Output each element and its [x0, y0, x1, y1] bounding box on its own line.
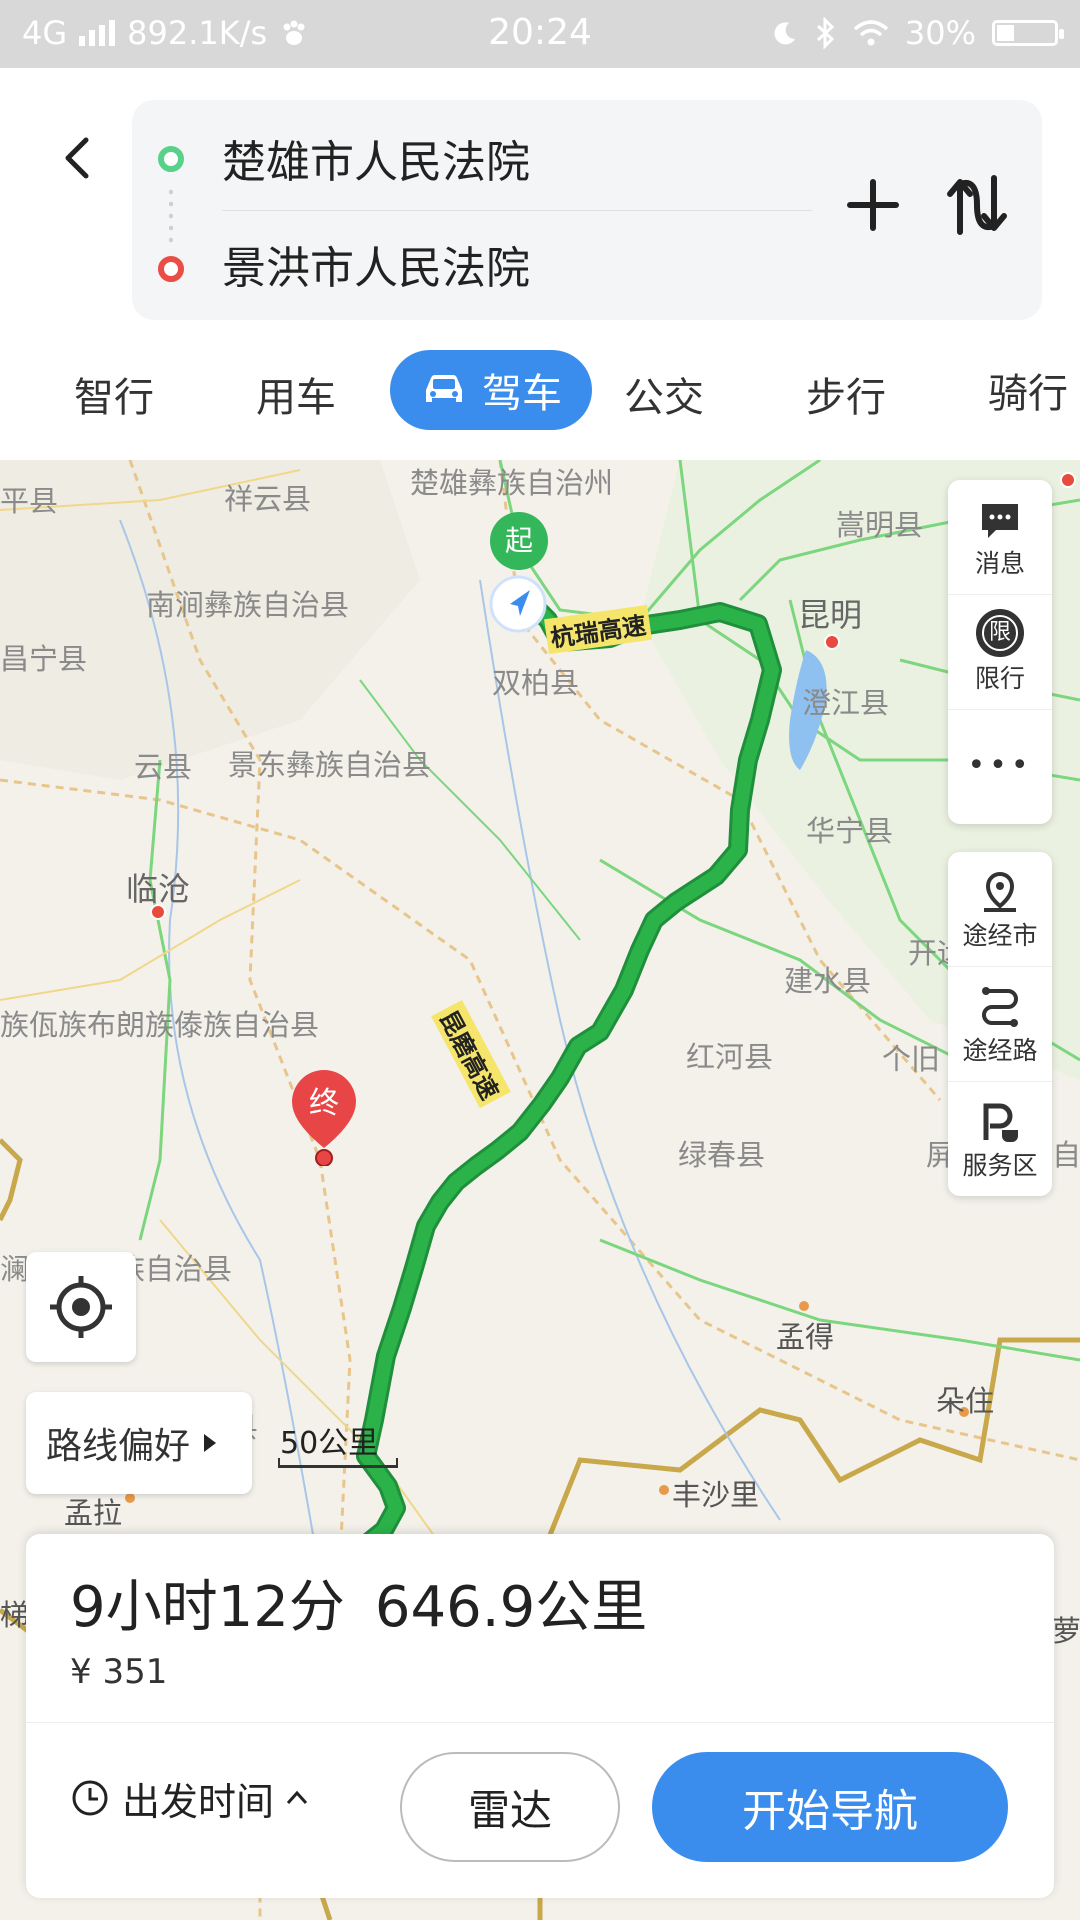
- end-marker-label: 终: [309, 1086, 339, 1121]
- map-label: 建水县: [784, 964, 872, 998]
- status-bar: 4G 892.1K/s 20:24 30%: [0, 0, 1080, 68]
- triangle-right-icon: [204, 1434, 217, 1452]
- via-road-label: 途经路: [962, 1036, 1038, 1065]
- map-label: 萝: [1052, 1614, 1080, 1648]
- start-navigation-button[interactable]: 开始导航: [652, 1752, 1008, 1862]
- route-summary: 9小时12分 646.9公里: [70, 1562, 647, 1643]
- route-preference-button[interactable]: 路线偏好: [26, 1392, 252, 1494]
- map-label: 南涧彝族自治县: [146, 588, 350, 622]
- map-label: 个旧: [882, 1042, 941, 1076]
- route-header: 楚雄市人民法院 景洪市人民法院 智行 用车 驾车 公交 步行 骑行: [0, 68, 1080, 460]
- route-distance: 646.9公里: [374, 1575, 648, 1640]
- swap-icon[interactable]: [942, 170, 1012, 240]
- message-icon: [982, 504, 1018, 538]
- restriction-icon: 限: [976, 609, 1024, 657]
- location-pin-icon: [984, 871, 1016, 912]
- map-label: 自: [1052, 1138, 1080, 1172]
- route-tools-panel: 途经市 途经路 服务区: [948, 852, 1052, 1196]
- via-city-label: 途经市: [962, 921, 1038, 950]
- map-tools-panel: 消息 限 限行 •••: [948, 480, 1052, 824]
- locate-button[interactable]: [26, 1252, 136, 1362]
- map-label: 孟拉: [64, 1496, 123, 1530]
- depart-time-button[interactable]: 出发时间: [70, 1744, 324, 1852]
- tab-ride-hailing[interactable]: 用车: [256, 354, 336, 434]
- battery-icon: [992, 20, 1064, 46]
- transport-tabs: 智行 用车 驾车 公交 步行 骑行: [0, 350, 1080, 444]
- start-dot-icon: [158, 146, 184, 172]
- tab-smart[interactable]: 智行: [74, 354, 154, 434]
- restriction-label: 限行: [974, 664, 1025, 693]
- route-input-box: 楚雄市人民法院 景洪市人民法院: [132, 100, 1042, 320]
- crosshair-icon: [50, 1276, 112, 1338]
- map-label: 双柏县: [492, 666, 580, 700]
- map-label: 朵住: [936, 1384, 995, 1418]
- tab-bus[interactable]: 公交: [624, 354, 704, 434]
- depart-time-label: 出发时间: [122, 1779, 275, 1824]
- map-label: 华宁县: [806, 814, 894, 848]
- map-label: 昌宁县: [0, 642, 88, 676]
- map-label: 云县: [134, 750, 193, 784]
- battery-percent: 30%: [904, 14, 976, 52]
- service-area-label: 服务区: [962, 1151, 1038, 1180]
- chevron-up-icon: [286, 1790, 308, 1805]
- map-scale-label: 50公里: [280, 1426, 379, 1461]
- radar-button[interactable]: 雷达: [400, 1752, 620, 1862]
- add-stop-icon[interactable]: [838, 170, 908, 240]
- bluetooth-icon: [816, 17, 835, 49]
- restriction-button[interactable]: 限 限行: [948, 594, 1052, 709]
- map-label: 梯: [0, 1598, 30, 1632]
- route-duration: 9小时12分: [70, 1575, 345, 1640]
- route-summary-card: 9小时12分 646.9公里 ¥ 351 出发时间 雷达 开始导航: [26, 1534, 1054, 1898]
- more-icon: •••: [967, 748, 1033, 783]
- clock-icon: [72, 1780, 108, 1816]
- service-area-button[interactable]: 服务区: [948, 1081, 1052, 1196]
- messages-label: 消息: [974, 549, 1025, 578]
- restriction-icon-text: 限: [982, 615, 1018, 651]
- car-icon: [426, 375, 462, 402]
- current-location-icon: [489, 575, 547, 633]
- moon-icon: [774, 22, 795, 45]
- tab-walk[interactable]: 步行: [806, 354, 886, 434]
- route-cost: ¥ 351: [70, 1652, 168, 1692]
- map-scale-bar: [278, 1458, 398, 1468]
- map-label: 景东彝族自治县: [228, 748, 432, 782]
- messages-button[interactable]: 消息: [948, 480, 1052, 594]
- route-preference-label: 路线偏好: [46, 1426, 191, 1467]
- map-label: 孟得: [776, 1320, 835, 1354]
- parking-cafe-icon: [983, 1103, 1018, 1142]
- map-label: 楚雄彝族自治州: [410, 466, 614, 500]
- more-button[interactable]: •••: [948, 709, 1052, 824]
- map-label: 澄江县: [802, 686, 890, 720]
- route-curve-icon: [982, 987, 1018, 1027]
- back-arrow-icon[interactable]: [56, 128, 96, 188]
- map-label: 昆明: [798, 596, 863, 634]
- wifi-icon: [853, 20, 889, 46]
- map-label: 丰沙里: [672, 1478, 760, 1512]
- tab-bike[interactable]: 骑行: [988, 354, 1080, 434]
- map-label: 族佤族布朗族傣族自治县: [0, 1008, 320, 1042]
- end-dot-icon: [158, 256, 184, 282]
- map-label: 临沧: [126, 870, 191, 908]
- map-label: 嵩明县: [836, 508, 924, 542]
- route-connector: [169, 186, 173, 250]
- divider: [222, 210, 812, 211]
- start-location-field[interactable]: 楚雄市人民法院: [222, 126, 530, 190]
- divider: [26, 1722, 1054, 1723]
- via-city-button[interactable]: 途经市: [948, 852, 1052, 966]
- via-road-button[interactable]: 途经路: [948, 966, 1052, 1081]
- start-marker[interactable]: 起: [490, 512, 548, 570]
- map-label: 绿春县: [678, 1138, 766, 1172]
- map-label: 平县: [0, 484, 59, 518]
- tab-drive[interactable]: 驾车: [390, 350, 592, 430]
- map-label: 红河县: [686, 1040, 774, 1074]
- map-label: 祥云县: [224, 482, 312, 516]
- end-location-field[interactable]: 景洪市人民法院: [222, 232, 530, 296]
- tab-drive-label: 驾车: [482, 371, 562, 417]
